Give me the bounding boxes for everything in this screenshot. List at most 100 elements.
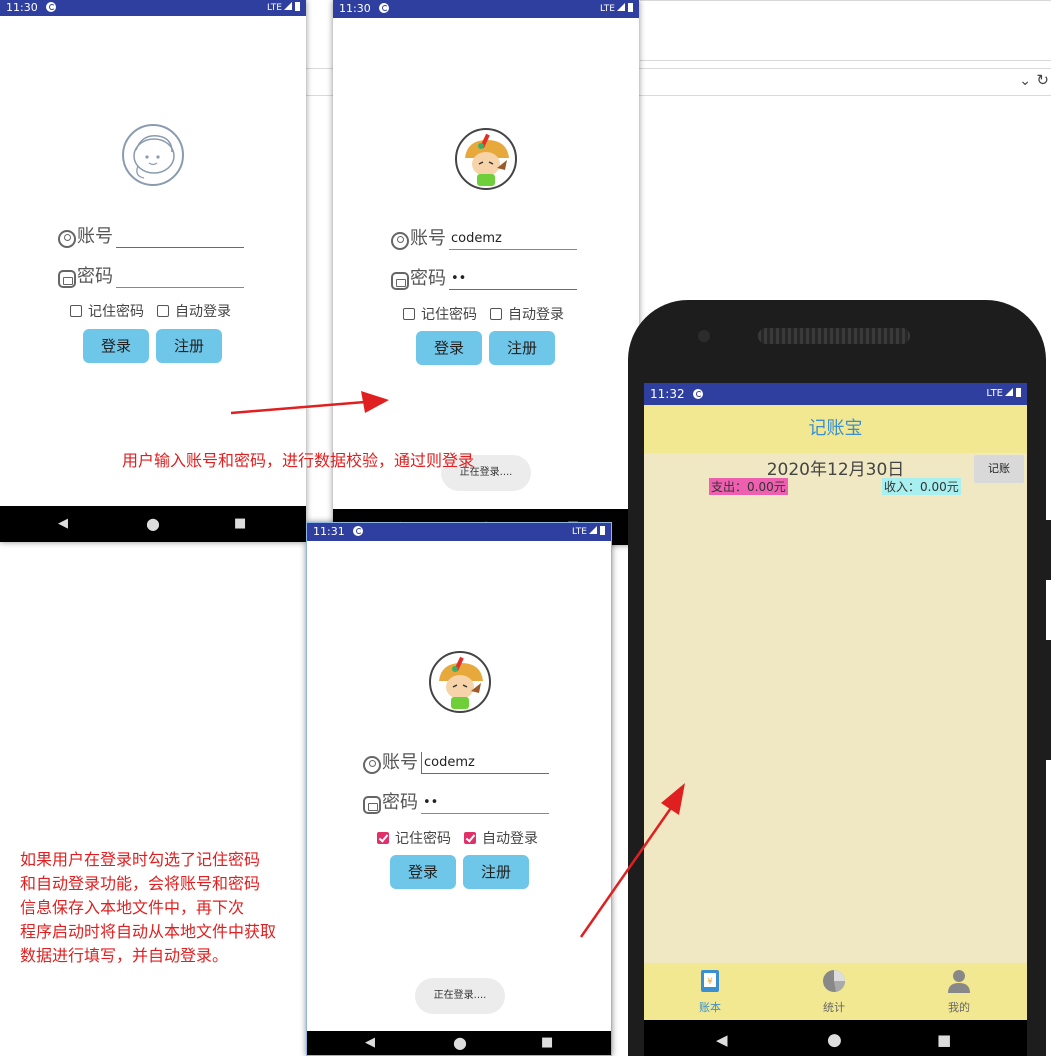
checkbox-icon — [403, 308, 415, 320]
recents-icon[interactable]: ■ — [937, 1020, 951, 1056]
app-notification-icon — [45, 2, 56, 12]
back-icon[interactable]: ◀ — [58, 506, 68, 542]
cartoon-avatar-icon — [133, 135, 175, 179]
browser-divider — [640, 60, 1051, 61]
auto-login-checkbox[interactable]: 自动登录 — [464, 828, 538, 848]
options-row: 记住密码 自动登录 — [403, 304, 577, 324]
password-row: 密码 •• — [391, 264, 577, 290]
system-nav-bar: ◀ ● ■ — [0, 506, 306, 542]
status-time: 11:31 — [313, 525, 345, 538]
status-time: 11:30 — [339, 2, 371, 15]
signal-icon — [284, 2, 292, 10]
avatar — [122, 124, 184, 186]
earpiece-speaker — [758, 328, 910, 344]
login-button[interactable]: 登录 — [416, 331, 482, 365]
login-button[interactable]: 登录 — [390, 855, 456, 889]
remember-password-checkbox[interactable]: 记住密码 — [70, 301, 144, 321]
register-button[interactable]: 注册 — [489, 331, 555, 365]
remember-password-checkbox[interactable]: 记住密码 — [377, 828, 451, 848]
bottom-tab-bar: ¥ 账本 统计 我的 — [644, 963, 1027, 1020]
system-nav-bar: ◀ ● ■ — [307, 1031, 611, 1055]
power-button[interactable] — [1044, 520, 1051, 580]
checkbox-icon — [157, 305, 169, 317]
account-input[interactable] — [116, 226, 244, 248]
user-icon — [391, 232, 409, 250]
arrow-to-home-screen — [579, 783, 685, 938]
tab-ledger[interactable]: ¥ 账本 — [680, 969, 740, 1015]
reload-icon[interactable]: ↻ — [1036, 71, 1049, 89]
ledger-icon: ¥ — [701, 970, 719, 992]
password-label: 密码 — [77, 266, 113, 287]
password-input[interactable]: •• — [421, 792, 549, 814]
recents-icon[interactable]: ■ — [541, 1031, 553, 1055]
battery-icon — [1016, 388, 1021, 397]
cartoon-avatar-icon — [439, 656, 483, 709]
account-input[interactable]: codemz — [421, 752, 549, 774]
lock-icon — [363, 796, 381, 814]
register-button[interactable]: 注册 — [156, 329, 222, 363]
record-button[interactable]: 记账 — [974, 455, 1024, 483]
user-icon — [363, 756, 381, 774]
home-icon[interactable]: ● — [146, 506, 160, 542]
auto-login-checkbox[interactable]: 自动登录 — [490, 304, 564, 324]
expense-total: 支出：0.00元 — [709, 478, 788, 495]
account-label: 账号 — [77, 226, 113, 247]
tab-statistics[interactable]: 统计 — [804, 969, 864, 1015]
logging-in-toast: 正在登录.... — [415, 978, 505, 1014]
login-button[interactable]: 登录 — [83, 329, 149, 363]
svg-text:¥: ¥ — [707, 977, 713, 987]
signal-icon — [617, 3, 625, 11]
app-notification-icon — [692, 389, 703, 399]
user-icon — [58, 230, 76, 248]
tab-mine[interactable]: 我的 — [929, 969, 989, 1015]
account-row: 账号 codemz — [391, 224, 577, 250]
checkbox-checked-icon — [377, 832, 389, 844]
recents-icon[interactable]: ■ — [234, 506, 246, 542]
password-input[interactable] — [116, 266, 244, 288]
person-icon — [948, 970, 970, 993]
status-time: 11:30 — [6, 1, 38, 14]
lock-icon — [391, 272, 409, 290]
status-network: LTE — [572, 523, 605, 541]
annotation-login-flow: 用户输入账号和密码，进行数据校验，通过则登录 — [122, 451, 475, 470]
income-total: 收入：0.00元 — [882, 478, 961, 495]
register-button[interactable]: 注册 — [463, 855, 529, 889]
current-date: 2020年12月30日 — [766, 460, 905, 480]
avatar — [455, 128, 517, 190]
password-label: 密码 — [382, 792, 418, 813]
system-nav-bar: ◀ ● ■ — [644, 1020, 1027, 1056]
status-bar: 11:31 LTE — [307, 523, 611, 541]
options-row: 记住密码 自动登录 — [70, 301, 244, 321]
status-network: LTE — [986, 383, 1021, 405]
status-network: LTE — [600, 0, 633, 18]
checkbox-icon — [490, 308, 502, 320]
remember-password-checkbox[interactable]: 记住密码 — [403, 304, 477, 324]
status-time: 11:32 — [650, 387, 685, 401]
app-notification-icon — [352, 526, 363, 536]
account-label: 账号 — [410, 228, 446, 249]
password-input[interactable]: •• — [449, 268, 577, 290]
status-bar: 11:30 LTE — [333, 0, 639, 18]
account-row: 账号 codemz — [363, 748, 549, 774]
chevron-down-icon[interactable]: ⌄ — [1019, 73, 1031, 89]
checkbox-checked-icon — [464, 832, 476, 844]
auto-login-checkbox[interactable]: 自动登录 — [157, 301, 231, 321]
pie-chart-icon — [823, 970, 846, 992]
account-label: 账号 — [382, 752, 418, 773]
back-icon[interactable]: ◀ — [365, 1031, 375, 1055]
app-title: 记账宝 — [644, 405, 1027, 453]
login-screen-remembered: 11:31 LTE 账号 codemz 密码 •• 记住密码 自动登录 登录 注… — [306, 522, 612, 1056]
avatar — [429, 651, 491, 713]
home-icon[interactable]: ● — [827, 1020, 842, 1056]
signal-icon — [589, 526, 597, 534]
back-icon[interactable]: ◀ — [716, 1020, 728, 1056]
password-label: 密码 — [410, 268, 446, 289]
app-notification-icon — [378, 3, 389, 13]
volume-button[interactable] — [1044, 640, 1051, 760]
account-input[interactable]: codemz — [449, 228, 577, 250]
status-bar: 11:32 LTE — [644, 383, 1027, 405]
home-icon[interactable]: ● — [453, 1031, 467, 1055]
arrow-to-filled-screen — [230, 391, 389, 415]
ledger-home-screen: 11:32 LTE 记账宝 2020年12月30日 记账 支出：0.00元 收入… — [644, 383, 1027, 1056]
annotation-auto-login: 如果用户在登录时勾选了记住密码 和自动登录功能，会将账号和密码 信息保存入本地文… — [20, 850, 277, 965]
